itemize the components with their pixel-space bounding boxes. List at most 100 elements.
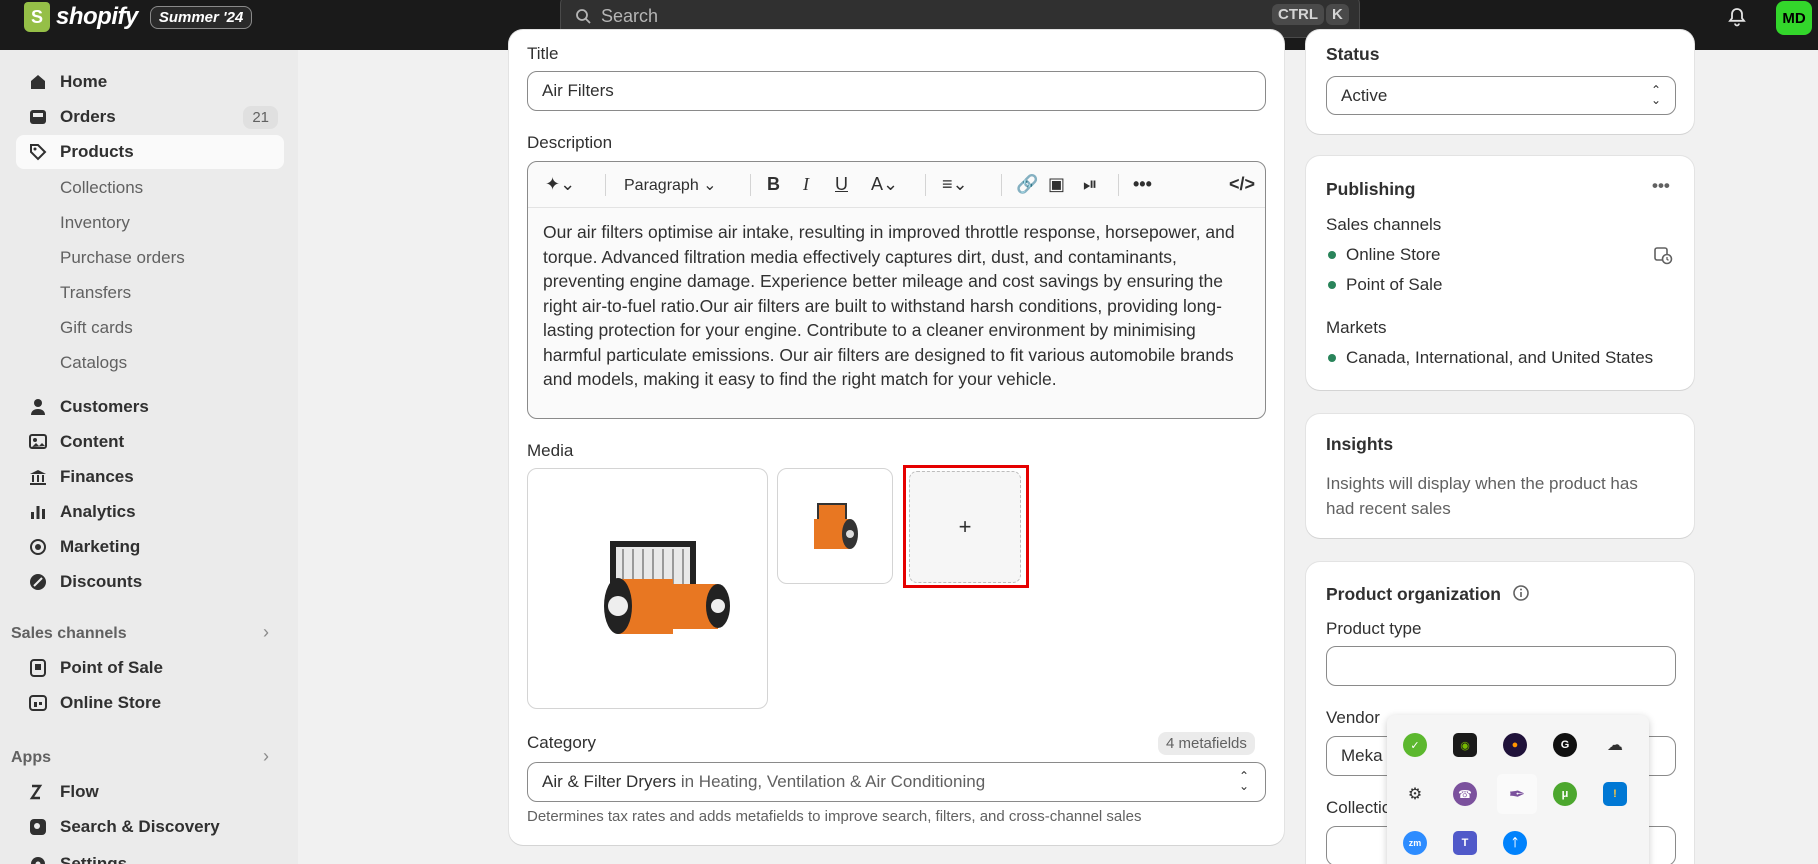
sales-channels-heading[interactable]: Sales channels [11, 625, 127, 643]
shortcut-k: K [1326, 4, 1349, 25]
sidebar-subitem-purchase-orders[interactable]: Purchase orders [60, 248, 185, 268]
sidebar-item-flow[interactable]: Flow [16, 775, 284, 809]
sidebar-item-customers[interactable]: Customers [16, 390, 284, 424]
calendar-clock-icon[interactable] [1653, 245, 1673, 265]
sidebar-item-label: Online Store [60, 693, 162, 712]
sidebar-item-label: Home [60, 72, 108, 91]
shopify-logo[interactable]: S shopify Summer '24 [24, 2, 253, 32]
media-label: Media [527, 441, 574, 460]
sidebar-item-products[interactable]: Products [16, 135, 284, 169]
sidebar-subitem-collections[interactable]: Collections [60, 178, 143, 198]
store-icon [29, 695, 47, 711]
add-media-button[interactable]: + [903, 465, 1029, 588]
zoom-icon[interactable]: zm [1403, 831, 1427, 855]
cloud-off-icon[interactable]: ☁ [1603, 733, 1627, 757]
insights-text: Insights will display when the product h… [1326, 474, 1638, 518]
sidebar-item-label: Point of Sale [60, 658, 163, 677]
firefox-icon[interactable]: ● [1503, 733, 1527, 757]
sidebar-subitem-inventory[interactable]: Inventory [60, 213, 130, 233]
info-icon[interactable] [1512, 584, 1530, 602]
paragraph-select[interactable]: Paragraph ⌄ [624, 175, 717, 195]
sidebar-item-search-discovery[interactable]: Search & Discovery [16, 810, 284, 844]
toolbar-divider [1118, 174, 1119, 196]
sidebar-item-label: Content [60, 432, 125, 451]
sidebar-subitem-catalogs[interactable]: Catalogs [60, 353, 127, 373]
bluetooth-icon[interactable]: ᛏ [1503, 831, 1527, 855]
chevron-right-icon[interactable]: › [263, 746, 269, 767]
link-icon[interactable]: 🔗 [1016, 174, 1038, 195]
sidebar-item-settings[interactable]: Settings [16, 847, 284, 864]
sidebar-subitem-gift-cards[interactable]: Gift cards [60, 318, 133, 338]
channel-point-of-sale: Point of Sale [1346, 275, 1443, 294]
sidebar-item-home[interactable]: Home [16, 65, 284, 99]
ai-sparkle-icon[interactable]: ✦⌄ [545, 174, 575, 195]
category-help-text: Determines tax rates and adds metafields… [527, 808, 1142, 825]
product-type-input[interactable] [1326, 646, 1676, 686]
paragraph-label: Paragraph [624, 177, 699, 194]
sidebar-item-point-of-sale[interactable]: Point of Sale [16, 651, 284, 685]
title-value: Air Filters [542, 81, 614, 100]
description-text[interactable]: Our air filters optimise air intake, res… [543, 220, 1253, 392]
tag-icon [30, 144, 47, 161]
search-discovery-icon [30, 819, 46, 835]
utorrent-icon[interactable]: μ [1553, 782, 1577, 806]
underline-icon[interactable]: U [835, 174, 848, 195]
more-options-icon[interactable]: ••• [1133, 174, 1152, 195]
avatar[interactable]: MD [1776, 1, 1812, 35]
metafields-badge[interactable]: 4 metafields [1158, 732, 1255, 755]
sidebar-item-content[interactable]: Content [16, 425, 284, 459]
apps-heading[interactable]: Apps [11, 749, 51, 767]
sidebar-item-marketing[interactable]: Marketing [16, 530, 284, 564]
sidebar-item-orders[interactable]: Orders 21 [16, 100, 284, 134]
teams-icon[interactable]: T [1453, 831, 1477, 855]
sidebar-item-finances[interactable]: Finances [16, 460, 284, 494]
point-of-sale-status-dot [1328, 281, 1336, 289]
markets-status-dot [1328, 354, 1336, 362]
align-icon[interactable]: ≡⌄ [942, 174, 968, 195]
code-view-icon[interactable]: </> [1229, 174, 1255, 195]
media-main-image[interactable] [527, 468, 768, 709]
sidebar-subitem-transfers[interactable]: Transfers [60, 283, 131, 303]
media-thumbnail[interactable] [777, 468, 893, 584]
description-editor[interactable]: ✦⌄ Paragraph ⌄ B I U A⌄ ≡⌄ 🔗 ▣ ⏯ ••• </>… [527, 161, 1266, 419]
bell-icon[interactable] [1726, 6, 1748, 28]
shopify-bag-icon: S [24, 2, 50, 32]
grammarly-icon[interactable]: G [1553, 733, 1577, 757]
sidebar-item-online-store[interactable]: Online Store [16, 686, 284, 720]
sidebar-item-discounts[interactable]: Discounts [16, 565, 284, 599]
shield-check-icon[interactable]: ✓ [1403, 733, 1427, 757]
security-warning-icon[interactable]: ! [1603, 782, 1627, 806]
insert-image-icon[interactable]: ▣ [1048, 174, 1065, 195]
more-options-icon[interactable]: ••• [1652, 176, 1670, 196]
product-type-label: Product type [1326, 619, 1422, 638]
toolbar-divider [1001, 174, 1002, 196]
image-icon [29, 434, 47, 449]
product-details-card [509, 30, 1284, 845]
select-arrows-icon: ⌃ ⌄ [1650, 83, 1661, 107]
insights-heading: Insights [1326, 434, 1394, 454]
viber-icon[interactable]: ☎ [1453, 782, 1477, 806]
publishing-heading: Publishing [1326, 179, 1416, 199]
insert-video-icon[interactable]: ⏯ [1083, 174, 1097, 195]
chevron-right-icon[interactable]: › [263, 622, 269, 643]
orders-count-badge: 21 [243, 105, 278, 129]
discount-icon [30, 574, 46, 590]
air-filters-product-image [604, 541, 730, 634]
title-input[interactable]: Air Filters [527, 71, 1266, 111]
vendor-value: Meka [1341, 746, 1383, 765]
italic-icon[interactable]: I [803, 174, 809, 195]
text-color-icon[interactable]: A⌄ [871, 174, 898, 195]
sidebar-item-analytics[interactable]: Analytics [16, 495, 284, 529]
feather-icon[interactable]: ✒ [1497, 774, 1537, 814]
sidebar-item-label: Discounts [60, 572, 143, 591]
category-label: Category [527, 733, 596, 752]
sales-channels-label: Sales channels [1326, 215, 1442, 234]
camera-app-icon[interactable]: ⚙ [1403, 782, 1427, 806]
status-select[interactable]: Active ⌃ ⌄ [1326, 76, 1676, 115]
nvidia-icon[interactable]: ◉ [1453, 733, 1477, 757]
bold-icon[interactable]: B [767, 174, 780, 195]
category-select[interactable]: Air & Filter Dryers in Heating, Ventilat… [527, 762, 1266, 802]
pos-icon [30, 659, 46, 677]
toolbar-divider [750, 174, 751, 196]
sidebar-item-label: Orders [60, 107, 116, 126]
